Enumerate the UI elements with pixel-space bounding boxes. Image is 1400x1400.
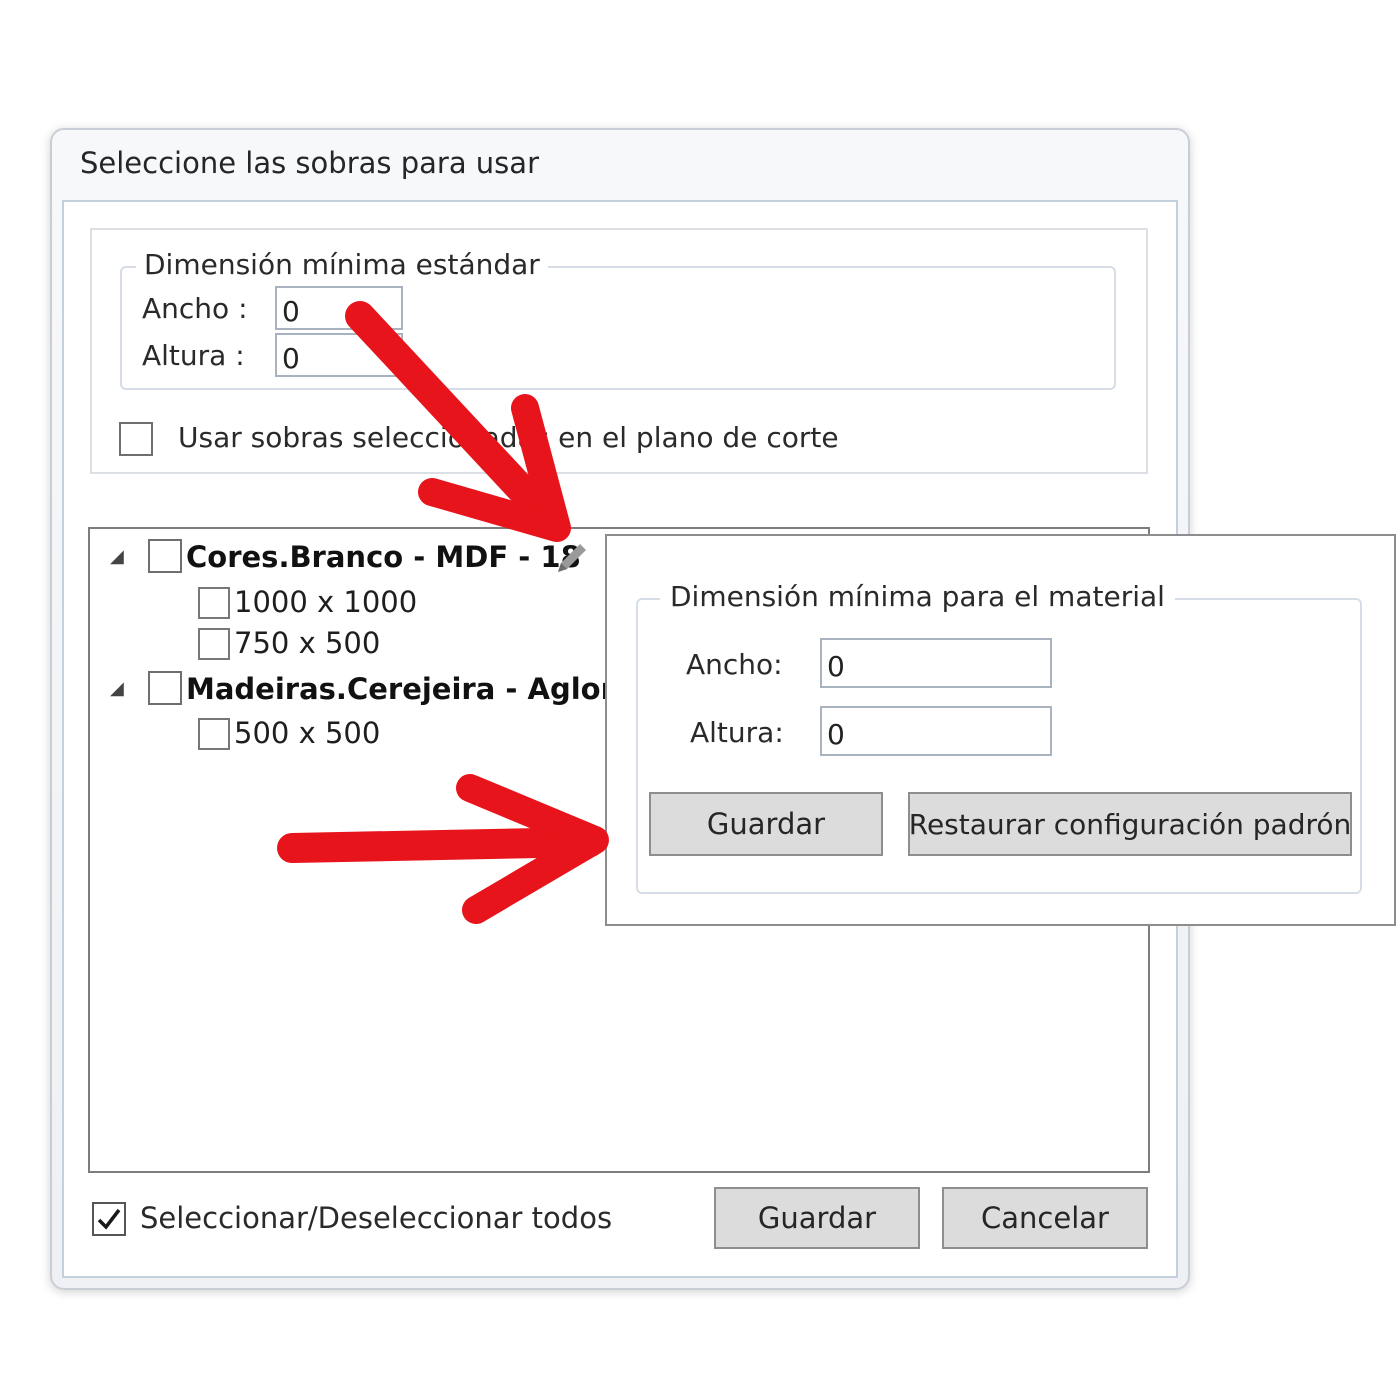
standard-width-input[interactable] bbox=[275, 286, 403, 330]
checkmark-icon bbox=[97, 1208, 121, 1230]
tree-item-checkbox[interactable] bbox=[198, 628, 230, 660]
tree-item-label[interactable]: 1000 x 1000 bbox=[234, 585, 417, 619]
window-title: Seleccione las sobras para usar bbox=[80, 146, 539, 180]
save-button[interactable]: Guardar bbox=[714, 1187, 920, 1249]
tree-group-label[interactable]: Cores.Branco - MDF - 18 bbox=[186, 540, 581, 574]
tree-group-label[interactable]: Madeiras.Cerejeira - Aglom - bbox=[186, 672, 653, 706]
standard-height-input[interactable] bbox=[275, 333, 403, 377]
tree-item-label[interactable]: 750 x 500 bbox=[234, 626, 380, 660]
tree-item-checkbox[interactable] bbox=[198, 718, 230, 750]
tree-item-checkbox[interactable] bbox=[198, 587, 230, 619]
tree-item-label[interactable]: 500 x 500 bbox=[234, 716, 380, 750]
standard-dimension-group bbox=[120, 266, 1116, 390]
select-all-checkbox[interactable] bbox=[92, 1202, 126, 1236]
expand-collapse-icon[interactable]: ◢ bbox=[110, 680, 124, 698]
select-all-label: Seleccionar/Deseleccionar todos bbox=[140, 1201, 613, 1235]
standard-width-label: Ancho : bbox=[142, 292, 248, 325]
restore-defaults-button[interactable]: Restaurar configuración padrón bbox=[908, 792, 1352, 856]
tree-group-checkbox[interactable] bbox=[148, 671, 182, 705]
material-save-button[interactable]: Guardar bbox=[649, 792, 883, 856]
use-selected-label: Usar sobras seleccionadas en el plano de… bbox=[178, 421, 839, 454]
material-height-label: Altura: bbox=[690, 716, 784, 749]
pencil-icon[interactable] bbox=[552, 538, 592, 578]
standard-height-label: Altura : bbox=[142, 339, 245, 372]
tree-group-checkbox[interactable] bbox=[148, 539, 182, 573]
expand-collapse-icon[interactable]: ◢ bbox=[110, 548, 124, 566]
use-selected-checkbox[interactable] bbox=[119, 422, 153, 456]
material-width-label: Ancho: bbox=[686, 648, 783, 681]
material-width-input[interactable] bbox=[820, 638, 1052, 688]
cancel-button[interactable]: Cancelar bbox=[942, 1187, 1148, 1249]
material-height-input[interactable] bbox=[820, 706, 1052, 756]
material-dimension-legend: Dimensión mínima para el material bbox=[660, 580, 1175, 613]
standard-dimension-legend: Dimensión mínima estándar bbox=[136, 248, 548, 281]
